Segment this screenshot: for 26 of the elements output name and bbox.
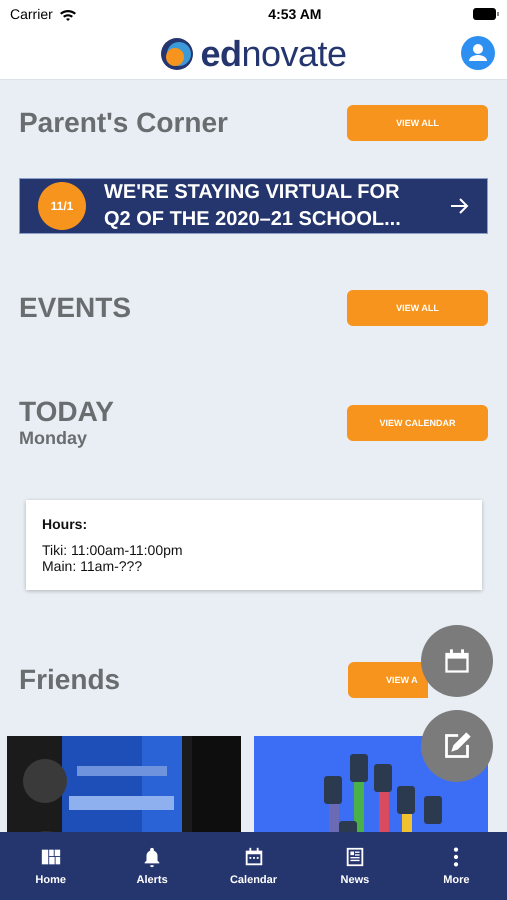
clock: 4:53 AM [268, 6, 322, 22]
profile-icon[interactable] [461, 36, 495, 70]
hours-line: Main: 11am-??? [42, 558, 144, 574]
tab-bar-item[interactable]: Alerts [101, 832, 203, 900]
calendar-icon [443, 647, 471, 675]
section-title: EVENTS [19, 292, 132, 324]
section-title: TODAY [19, 396, 114, 427]
announcement-text: WE'RE STAYING VIRTUAL FOR Q2 OF THE 2020–21 SCHOOL... [104, 180, 402, 232]
logo: ednovate [200, 32, 347, 74]
date-badge: 11/1 [38, 182, 86, 230]
tab-bar-item[interactable]: Calendar [202, 832, 304, 900]
carrier-label: Carrier [10, 6, 53, 22]
announcement-banner[interactable]: 11/1 WE'RE STAYING VIRTUAL FOR Q2 OF THE 2020–21 SCHOOL... [19, 178, 488, 234]
tab-bar-item[interactable]: Home [0, 832, 102, 900]
tab-bar-item[interactable]: More [406, 832, 507, 900]
battery-icon [472, 8, 499, 20]
day-label: Monday [19, 428, 88, 449]
more-icon [453, 846, 460, 868]
wifi-icon [58, 8, 77, 20]
section-title: Friends [19, 664, 120, 696]
arrow-right-icon [449, 196, 469, 216]
edit-icon [443, 732, 471, 760]
hours-heading: Hours: [42, 516, 88, 532]
tab-bar-item[interactable]: News [304, 832, 406, 900]
hours-line: Tiki: 11:00am-11:00pm [42, 542, 184, 558]
section-title: Parent's Corner [19, 107, 228, 139]
